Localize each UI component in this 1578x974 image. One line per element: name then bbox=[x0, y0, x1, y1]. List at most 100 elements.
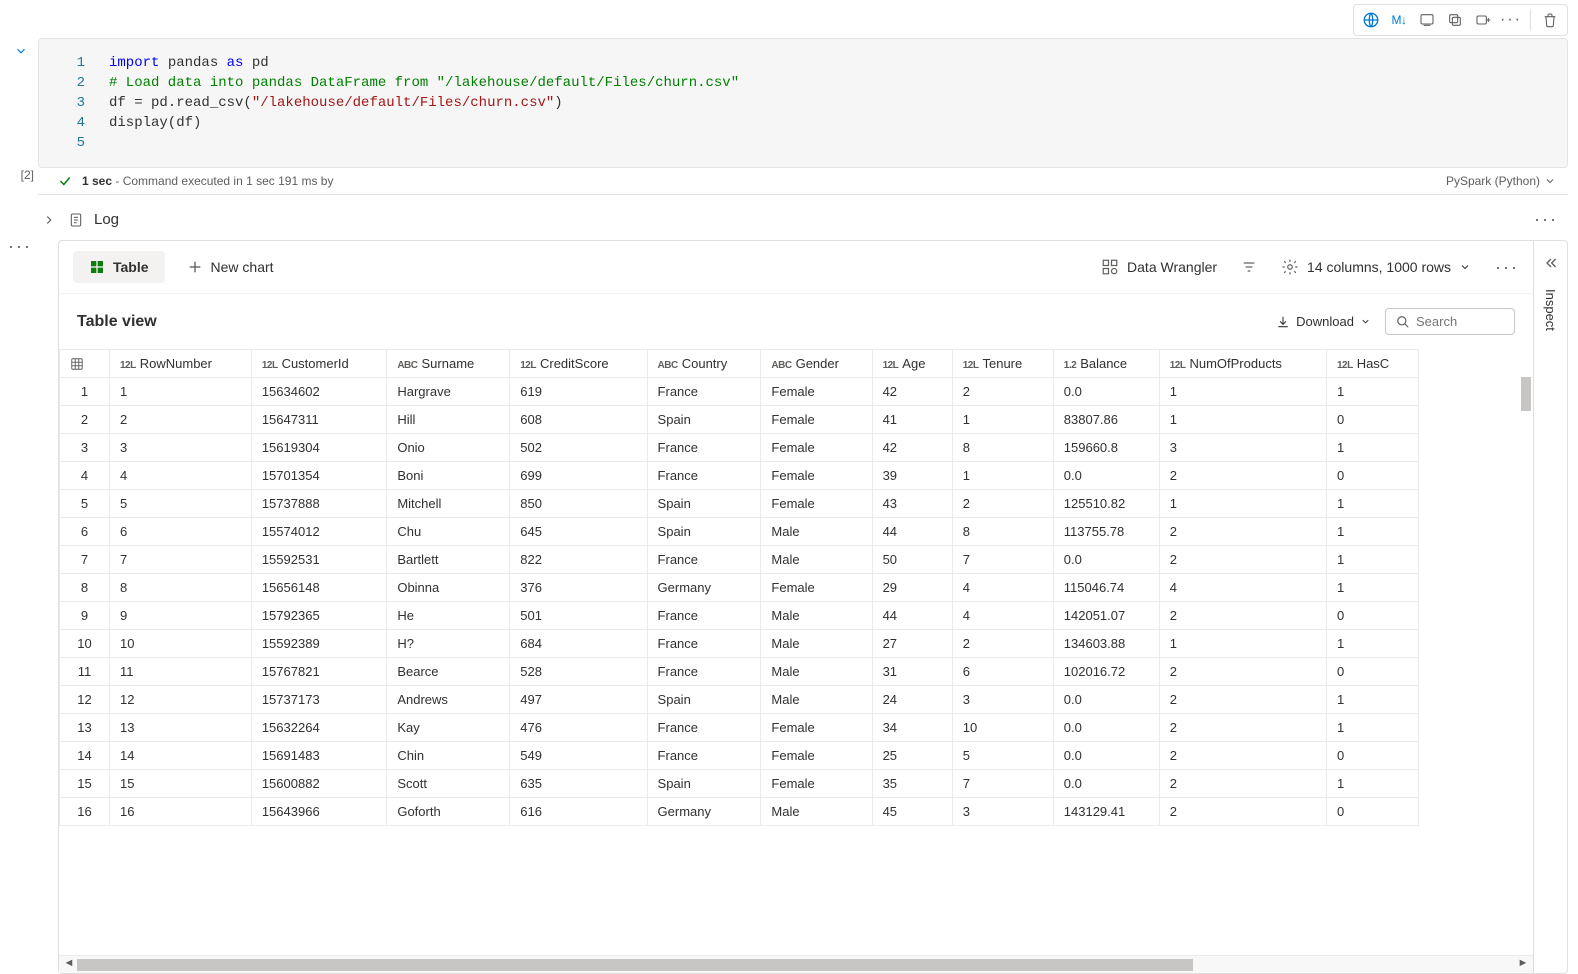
more-cell-actions-button[interactable]: ··· bbox=[1498, 7, 1524, 33]
columns-summary-button[interactable]: 14 columns, 1000 rows bbox=[1281, 258, 1471, 276]
cell: France bbox=[647, 434, 761, 462]
cell: 8 bbox=[110, 574, 252, 602]
expand-log-button[interactable] bbox=[42, 213, 58, 227]
cell: 1 bbox=[110, 378, 252, 406]
column-header-numofproducts[interactable]: 12LNumOfProducts bbox=[1159, 350, 1326, 378]
scroll-right-button[interactable]: ► bbox=[1515, 957, 1531, 969]
code-line[interactable]: display(df) bbox=[109, 113, 201, 133]
table-row[interactable]: 5515737888Mitchell850SpainFemale43212551… bbox=[60, 490, 1419, 518]
data-wrangler-icon bbox=[1101, 258, 1119, 276]
cell: 1 bbox=[1159, 406, 1326, 434]
cell: Male bbox=[761, 630, 872, 658]
cell: 35 bbox=[872, 770, 952, 798]
code-editor[interactable]: 1import pandas as pd2# Load data into pa… bbox=[38, 38, 1568, 168]
cell-side-menu-button[interactable]: ··· bbox=[8, 236, 32, 257]
copy-button[interactable] bbox=[1442, 7, 1468, 33]
cell: Female bbox=[761, 462, 872, 490]
tab-table[interactable]: Table bbox=[73, 251, 165, 283]
column-header-tenure[interactable]: 12LTenure bbox=[952, 350, 1053, 378]
search-box[interactable] bbox=[1385, 308, 1515, 335]
table-row[interactable]: 2215647311Hill608SpainFemale41183807.861… bbox=[60, 406, 1419, 434]
row-index: 7 bbox=[60, 546, 110, 574]
cell: 497 bbox=[510, 686, 647, 714]
column-header-creditscore[interactable]: 12LCreditScore bbox=[510, 350, 647, 378]
cell: 44 bbox=[872, 602, 952, 630]
clear-output-button[interactable] bbox=[1414, 7, 1440, 33]
column-header-rownumber[interactable]: 12LRowNumber bbox=[110, 350, 252, 378]
table-row[interactable]: 111115767821Bearce528FranceMale316102016… bbox=[60, 658, 1419, 686]
row-index: 15 bbox=[60, 770, 110, 798]
table-row[interactable]: 3315619304Onio502FranceFemale428159660.8… bbox=[60, 434, 1419, 462]
cell: France bbox=[647, 742, 761, 770]
language-icon[interactable] bbox=[1358, 7, 1384, 33]
column-header-age[interactable]: 12LAge bbox=[872, 350, 952, 378]
table-row[interactable]: 4415701354Boni699FranceFemale3910.020 bbox=[60, 462, 1419, 490]
table-row[interactable]: 161615643966Goforth616GermanyMale4531431… bbox=[60, 798, 1419, 826]
cell: 3 bbox=[952, 798, 1053, 826]
log-more-button[interactable]: ··· bbox=[1534, 209, 1558, 230]
cell: Female bbox=[761, 574, 872, 602]
search-input[interactable] bbox=[1416, 314, 1496, 329]
table-row[interactable]: 6615574012Chu645SpainMale448113755.7821 bbox=[60, 518, 1419, 546]
column-header-surname[interactable]: ABCSurname bbox=[387, 350, 510, 378]
cell: 143129.41 bbox=[1053, 798, 1159, 826]
cell: 4 bbox=[952, 602, 1053, 630]
cell: 1 bbox=[1326, 574, 1418, 602]
cell: 1 bbox=[1159, 630, 1326, 658]
filter-button[interactable] bbox=[1241, 259, 1257, 275]
data-wrangler-button[interactable]: Data Wrangler bbox=[1101, 258, 1217, 276]
column-header-hasc[interactable]: 12LHasC bbox=[1326, 350, 1418, 378]
table-row[interactable]: 121215737173Andrews497SpainMale2430.021 bbox=[60, 686, 1419, 714]
code-line[interactable]: df = pd.read_csv("/lakehouse/default/Fil… bbox=[109, 93, 563, 113]
log-section: Log ··· bbox=[38, 195, 1568, 244]
line-number: 3 bbox=[39, 93, 109, 113]
expand-inspect-button[interactable] bbox=[1543, 255, 1559, 271]
cell: Spain bbox=[647, 490, 761, 518]
horizontal-scrollbar-thumb[interactable] bbox=[77, 959, 1193, 971]
table-row[interactable]: 1115634602Hargrave619FranceFemale4220.01… bbox=[60, 378, 1419, 406]
row-index-header[interactable] bbox=[60, 350, 110, 378]
collapse-cell-button[interactable] bbox=[14, 44, 28, 58]
cell: 2 bbox=[1159, 658, 1326, 686]
column-header-customerid[interactable]: 12LCustomerId bbox=[251, 350, 387, 378]
cell: 1 bbox=[1326, 714, 1418, 742]
column-header-gender[interactable]: ABCGender bbox=[761, 350, 872, 378]
row-index: 2 bbox=[60, 406, 110, 434]
vertical-scrollbar-thumb[interactable] bbox=[1521, 377, 1531, 411]
cell: 115046.74 bbox=[1053, 574, 1159, 602]
cell: 1 bbox=[1326, 770, 1418, 798]
column-header-country[interactable]: ABCCountry bbox=[647, 350, 761, 378]
download-button[interactable]: Download bbox=[1276, 314, 1371, 329]
table-icon bbox=[89, 259, 105, 275]
code-line[interactable]: # Load data into pandas DataFrame from "… bbox=[109, 73, 739, 93]
log-label[interactable]: Log bbox=[94, 211, 119, 228]
delete-cell-button[interactable] bbox=[1537, 7, 1563, 33]
cell: 1 bbox=[1326, 630, 1418, 658]
table-row[interactable]: 151515600882Scott635SpainFemale3570.021 bbox=[60, 770, 1419, 798]
cell: 13 bbox=[110, 714, 252, 742]
output-more-button[interactable]: ··· bbox=[1495, 257, 1519, 278]
horizontal-scrollbar[interactable]: ◄ ► bbox=[59, 955, 1533, 973]
cell: 1 bbox=[1159, 490, 1326, 518]
table-row[interactable]: 131315632264Kay476FranceFemale34100.021 bbox=[60, 714, 1419, 742]
cell: 7 bbox=[952, 770, 1053, 798]
table-row[interactable]: 8815656148Obinna376GermanyFemale29411504… bbox=[60, 574, 1419, 602]
cell: 159660.8 bbox=[1053, 434, 1159, 462]
code-line[interactable]: import pandas as pd bbox=[109, 53, 269, 73]
cell: 1 bbox=[1326, 518, 1418, 546]
scroll-left-button[interactable]: ◄ bbox=[61, 957, 77, 969]
table-row[interactable]: 141415691483Chin549FranceFemale2550.020 bbox=[60, 742, 1419, 770]
tab-new-chart[interactable]: New chart bbox=[171, 251, 290, 283]
table-scroll-area[interactable]: 12LRowNumber12LCustomerIdABCSurname12LCr… bbox=[59, 349, 1533, 955]
table-row[interactable]: 7715592531Bartlett822FranceMale5070.021 bbox=[60, 546, 1419, 574]
column-header-balance[interactable]: 1.2Balance bbox=[1053, 350, 1159, 378]
inspect-tab[interactable]: Inspect bbox=[1543, 289, 1558, 331]
vertical-scrollbar[interactable] bbox=[1519, 377, 1533, 937]
convert-markdown-button[interactable]: M↓ bbox=[1386, 7, 1412, 33]
cell-language-selector[interactable]: PySpark (Python) bbox=[1446, 174, 1556, 188]
cell: Scott bbox=[387, 770, 510, 798]
table-row[interactable]: 101015592389H?684FranceMale272134603.881… bbox=[60, 630, 1419, 658]
cell: 0.0 bbox=[1053, 462, 1159, 490]
table-row[interactable]: 9915792365He501FranceMale444142051.0720 bbox=[60, 602, 1419, 630]
insert-cell-button[interactable] bbox=[1470, 7, 1496, 33]
